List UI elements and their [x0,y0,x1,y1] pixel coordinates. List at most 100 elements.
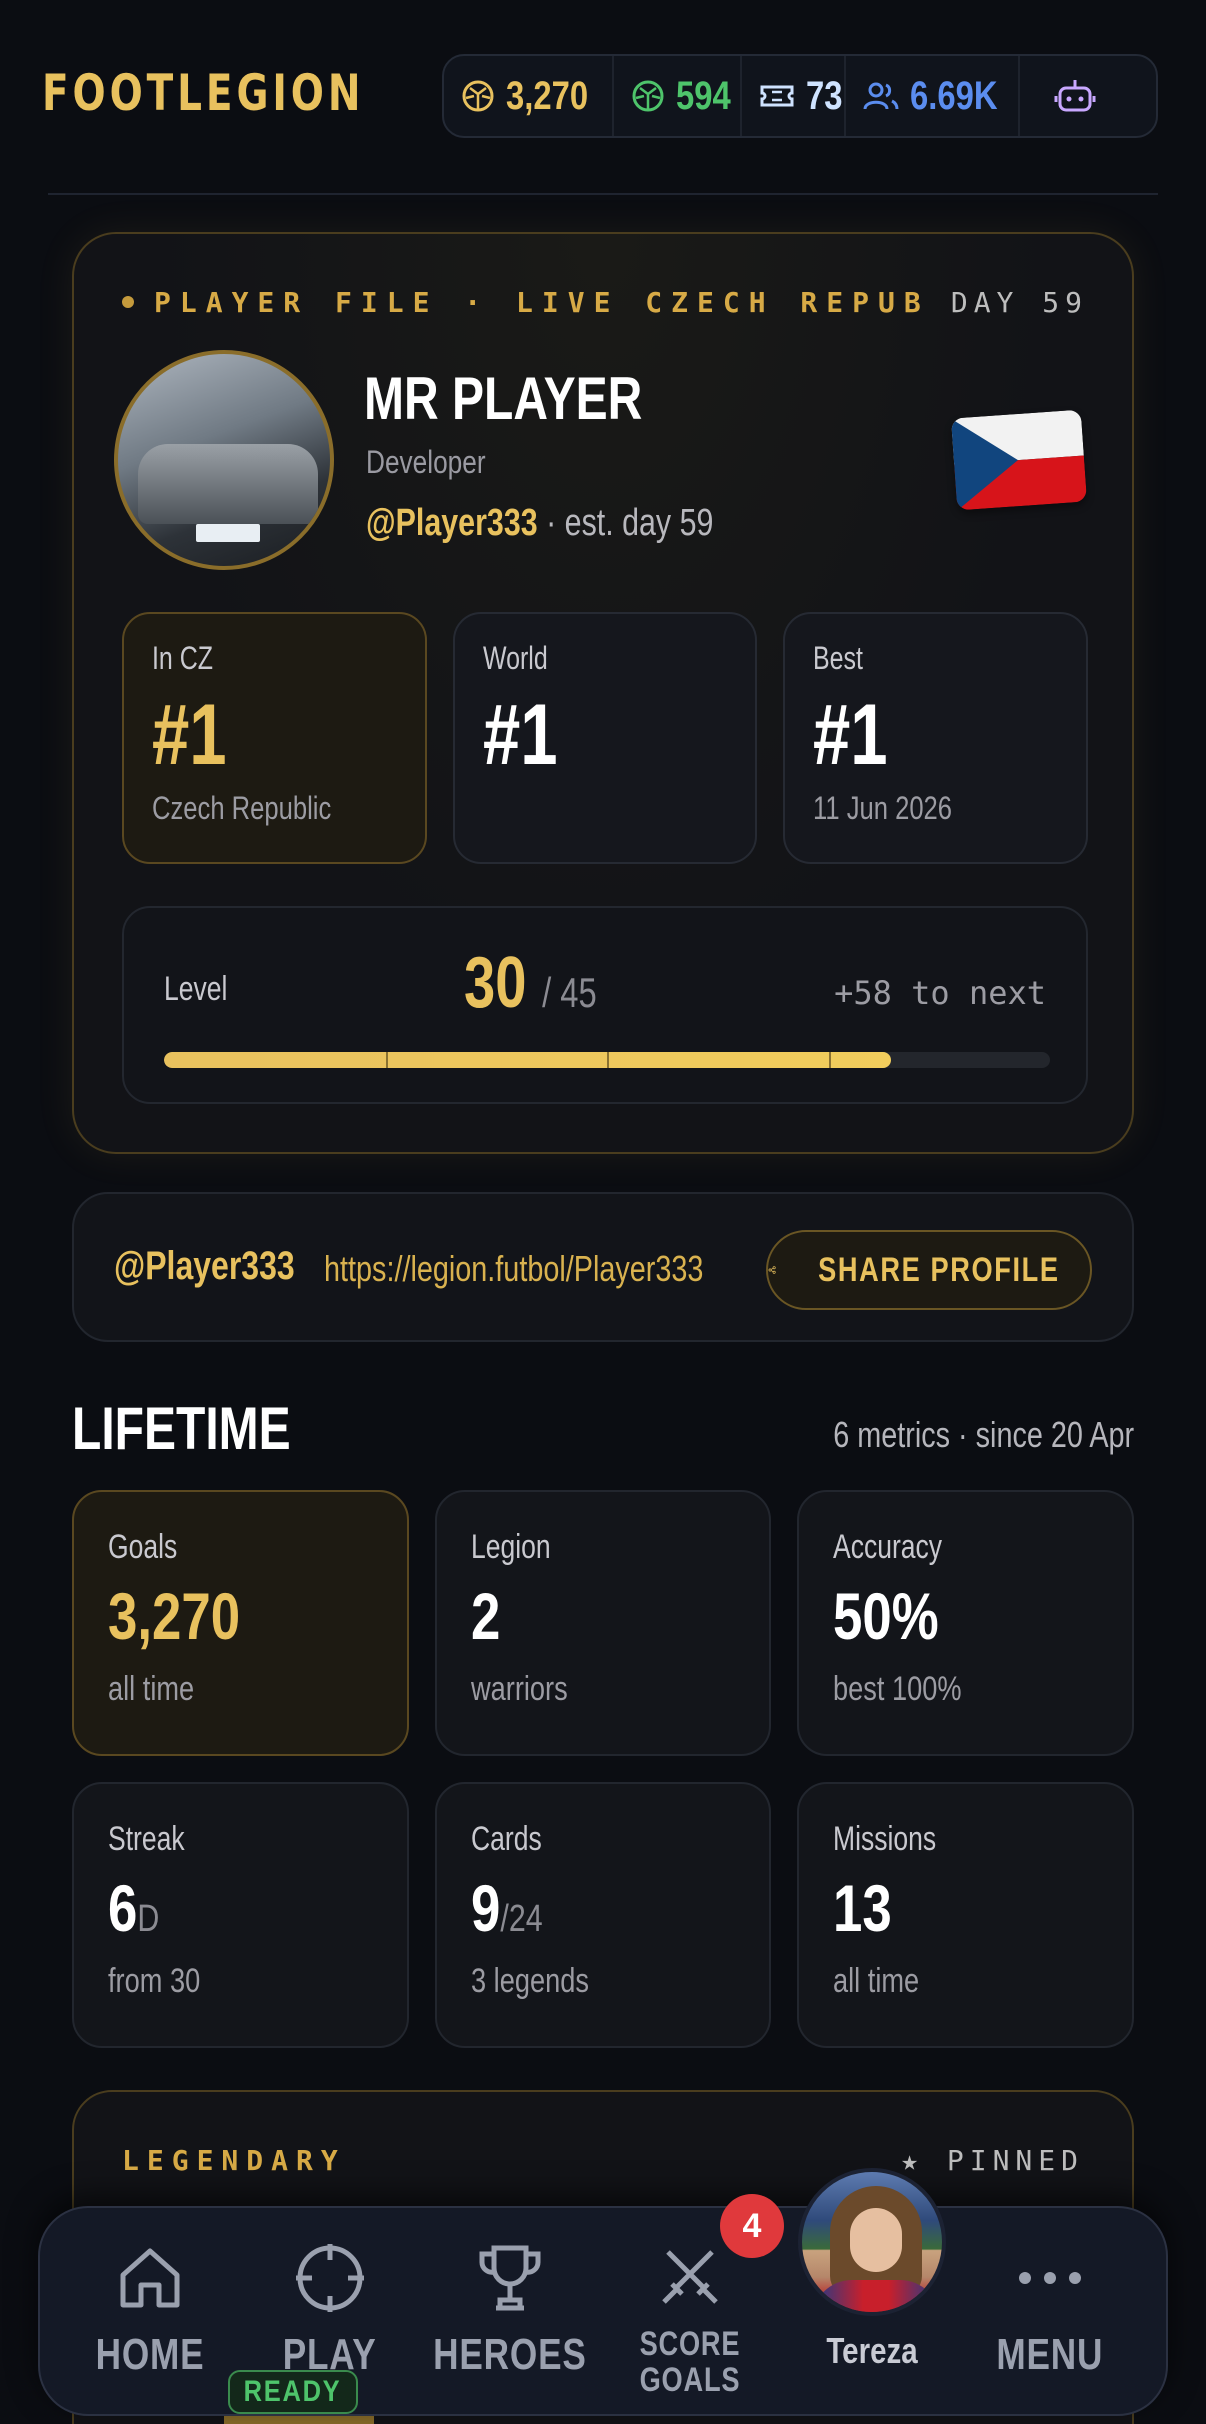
metric-goals[interactable]: Goals 3,270 all time [72,1490,409,1756]
level-max: / 45 [542,969,597,1016]
nav-menu-label: MENU [996,2330,1104,2379]
followers-count-value: 6.69K [910,73,998,118]
nav-home[interactable]: HOME [60,2208,240,2414]
metric-accuracy[interactable]: Accuracy 50% best 100% [797,1490,1134,1756]
profile-url[interactable]: https://legion.futbol/Player333 [324,1248,703,1290]
level-label: Level [164,970,228,1008]
metric-streak[interactable]: Streak 6D from 30 [72,1782,409,2048]
bot-button[interactable] [1020,56,1130,136]
level-panel: Level 30 / 45 +58 to next [122,906,1088,1104]
rank-value: #1 [813,687,888,783]
metric-sub: warriors [470,1670,568,1708]
avatar-plate [196,524,260,542]
metric-value: 2 [470,1579,501,1653]
trophy-icon [479,2245,541,2311]
share-row: @Player333 https://legion.futbol/Player3… [72,1192,1134,1342]
progress-tick [828,1052,831,1068]
rank-sub: Czech Republic [152,790,332,826]
metric-value: 50% [833,1579,940,1653]
swords-icon [662,2250,718,2304]
rank-label: Best [813,640,864,676]
day-counter: DAY 59 [950,285,1088,319]
share-profile-button[interactable]: SHARE PROFILE [766,1230,1092,1310]
lifetime-meta: 6 metrics · since 20 Apr [833,1414,1134,1455]
live-dot [122,296,134,308]
goals-balance[interactable]: 3,270 [444,56,614,136]
player-name: MR PLAYER [364,365,643,432]
rank-best-card[interactable]: Best #1 11 Jun 2026 [783,612,1089,864]
top-header: FOOTLEGION 3,270 594 73 6.69K [0,0,1206,196]
notification-badge: 4 [720,2194,784,2258]
player-handle-line: @Player333 · est. day 59 [366,502,713,545]
player-est: · est. day 59 [537,502,714,544]
users-icon [863,82,899,110]
level-progress-bar [164,1052,1050,1068]
pinned-label: ★ PINNED [901,2144,1084,2177]
metric-label: Goals [108,1528,178,1566]
metric-label: Accuracy [833,1528,943,1566]
metric-sub: 3 legends [470,1962,589,2000]
legendary-title: LEGENDARY [122,2144,346,2177]
metric-value: 9/24 [470,1871,543,1945]
nav-menu[interactable]: MENU [960,2208,1140,2414]
nav-score-goals-label: SCORE GOALS [639,2325,741,2399]
followers-count[interactable]: 6.69K [846,56,1020,136]
level-current: 30 [464,943,527,1023]
player-avatar[interactable] [114,350,334,570]
player-role: Developer [366,444,486,480]
share-handle[interactable]: @Player333 [114,1244,295,1289]
ticket-icon [760,85,794,107]
metric-label: Missions [833,1820,937,1858]
nav-home-label: HOME [95,2330,205,2379]
czech-flag-icon [950,409,1088,511]
level-progress-fill [164,1052,891,1068]
rank-value: #1 [152,687,227,783]
metric-label: Legion [470,1528,551,1566]
robot-icon [1054,80,1096,112]
rank-cards: In CZ #1 Czech Republic World #1 Best #1… [122,612,1089,864]
metric-sub: all time [108,1670,195,1708]
home-icon [120,2248,180,2308]
rank-world-card[interactable]: World #1 [452,612,758,864]
player-file-header: PLAYER FILE · LIVE CZECH REPUBLI DAY 59 [122,284,1088,320]
profile-page: FOOTLEGION 3,270 594 73 6.69K PLAYER FIL… [0,0,1206,2424]
share-profile-label: SHARE PROFILE [818,1250,1060,1289]
nav-heroes-label: HEROES [433,2330,587,2379]
metric-value: 6D [108,1871,160,1945]
ball-gold-icon [462,80,494,112]
green-balance[interactable]: 594 [614,56,742,136]
lifetime-metrics: Goals 3,270 all time Legion 2 warriors A… [72,1490,1134,2048]
nav-heroes[interactable]: HEROES [420,2208,600,2414]
metric-legion[interactable]: Legion 2 warriors [434,1490,772,1756]
header-divider [48,193,1158,195]
lifetime-title: LIFETIME [72,1395,291,1462]
tereza-label[interactable]: Tereza [806,2330,937,2372]
ball-green-icon [632,80,664,112]
metric-missions[interactable]: Missions 13 all time [797,1782,1134,2048]
rank-country-card[interactable]: In CZ #1 Czech Republic [122,612,427,864]
more-icon [1019,2272,1081,2284]
metric-sub: best 100% [833,1670,962,1708]
crosshair-icon [296,2244,364,2312]
player-card: PLAYER FILE · LIVE CZECH REPUBLI DAY 59 … [72,232,1134,1154]
metric-cards[interactable]: Cards 9/24 3 legends [434,1782,772,2048]
player-handle[interactable]: @Player333 [366,502,538,544]
metric-value: 13 [833,1871,893,1945]
ready-badge: READY [228,2370,358,2414]
level-value: 30 / 45 [464,942,597,1024]
level-next: +58 to next [834,974,1046,1012]
rank-value: #1 [482,687,558,783]
tereza-avatar[interactable] [798,2168,946,2316]
rank-sub: 11 Jun 2026 [813,790,953,826]
metric-sub: all time [833,1962,920,2000]
progress-tick [607,1052,609,1068]
app-logo[interactable]: FOOTLEGION [42,64,364,122]
avatar-car-image [138,444,318,524]
share-icon [768,1266,776,1274]
tickets-balance[interactable]: 73 [742,56,846,136]
progress-tick [385,1052,388,1068]
metric-label: Cards [470,1820,542,1858]
metric-label: Streak [108,1820,185,1858]
rank-label: World [482,640,548,676]
metric-value: 3,270 [108,1579,241,1653]
